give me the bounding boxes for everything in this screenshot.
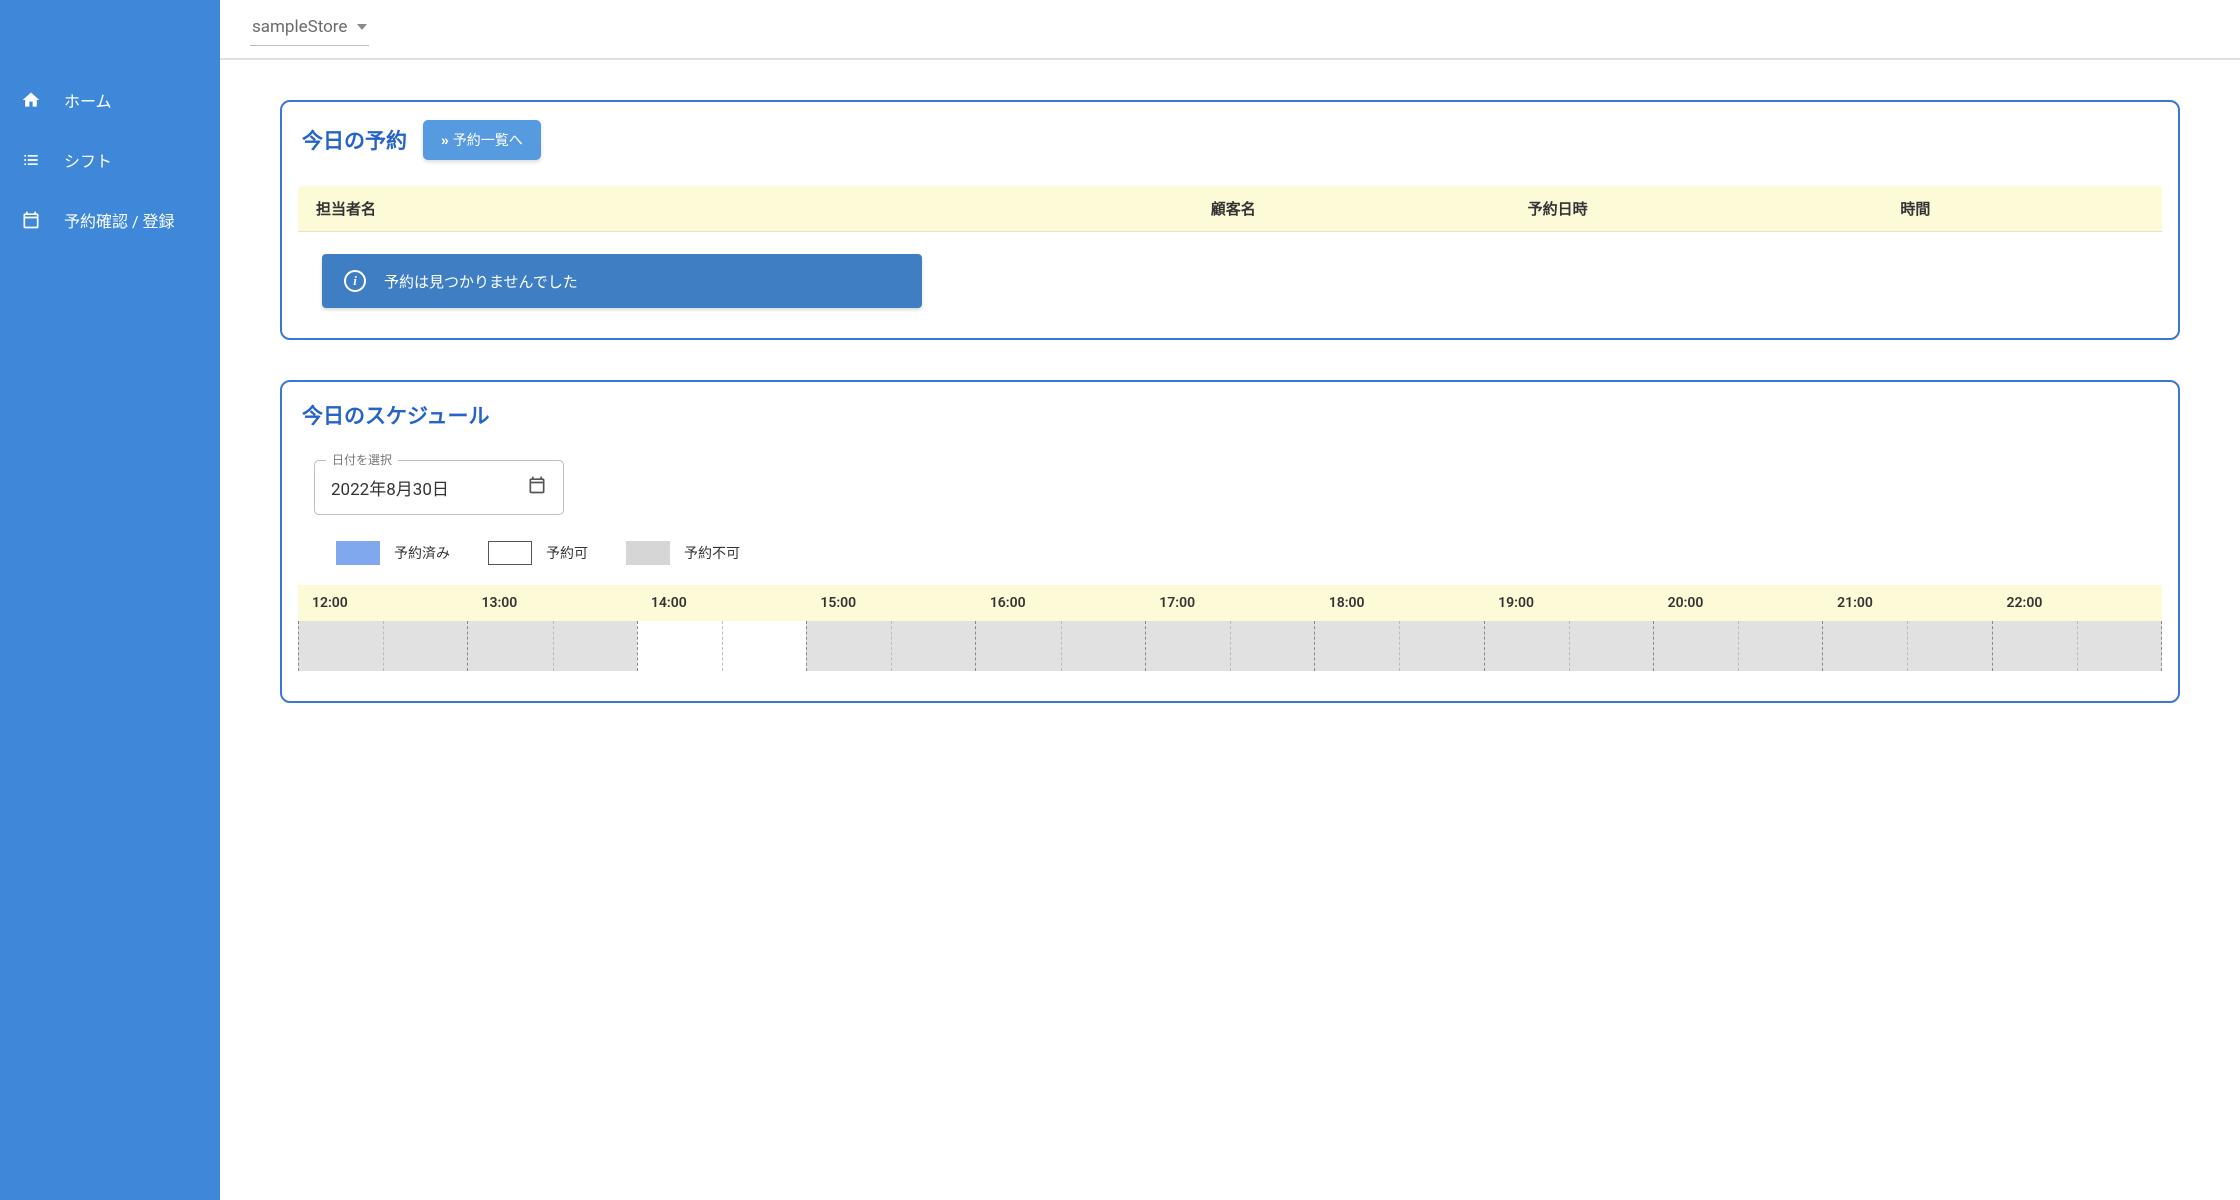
timeline-hour: 15:00 <box>806 595 975 611</box>
content: 今日の予約 » 予約一覧へ 担当者名 顧客名 予約日時 時間 i <box>220 60 2240 783</box>
date-picker-label: 日付を選択 <box>326 451 398 468</box>
legend-unavailable-label: 予約不可 <box>684 543 740 563</box>
sidebar-item-label: シフト <box>64 148 112 172</box>
date-picker-value: 2022年8月30日 <box>331 475 449 500</box>
sidebar-item-home[interactable]: ホーム <box>0 70 220 130</box>
timeline-header: 12:00 13:00 14:00 15:00 16:00 17:00 18:0… <box>298 585 2162 621</box>
date-picker[interactable]: 日付を選択 2022年8月30日 <box>314 460 564 515</box>
empty-reservations-banner: i 予約は見つかりませんでした <box>322 254 922 308</box>
chevron-down-icon <box>357 24 367 30</box>
timeline-slot[interactable] <box>1653 621 1822 671</box>
timeline-hour: 16:00 <box>976 595 1145 611</box>
timeline-slot[interactable] <box>1484 621 1653 671</box>
timeline-slot[interactable] <box>1992 621 2162 671</box>
timeline-hour: 17:00 <box>1145 595 1314 611</box>
col-duration: 時間 <box>1882 186 2162 232</box>
legend-available-label: 予約可 <box>546 543 588 563</box>
timeline-hour: 20:00 <box>1654 595 1823 611</box>
legend-available: 予約可 <box>488 541 588 565</box>
sidebar-item-label: ホーム <box>64 88 112 112</box>
legend-booked-label: 予約済み <box>394 543 450 563</box>
todays-reservations-card: 今日の予約 » 予約一覧へ 担当者名 顧客名 予約日時 時間 i <box>280 100 2180 340</box>
todays-schedule-card: 今日のスケジュール 日付を選択 2022年8月30日 予約済み <box>280 380 2180 703</box>
col-customer: 顧客名 <box>1193 186 1510 232</box>
timeline-slot[interactable] <box>298 621 467 671</box>
chevron-right-double-icon: » <box>441 132 447 148</box>
legend-booked: 予約済み <box>336 541 450 565</box>
timeline-hour: 12:00 <box>298 595 467 611</box>
timeline-hour: 13:00 <box>467 595 636 611</box>
timeline-slot[interactable] <box>637 621 806 671</box>
legend-unavailable: 予約不可 <box>626 541 740 565</box>
timeline-slot[interactable] <box>1822 621 1991 671</box>
sidebar-item-shift[interactable]: シフト <box>0 130 220 190</box>
timeline-hour: 18:00 <box>1315 595 1484 611</box>
schedule-title: 今日のスケジュール <box>302 400 490 430</box>
timeline-body <box>298 621 2162 671</box>
swatch-unavailable <box>626 541 670 565</box>
swatch-available <box>488 541 532 565</box>
calendar-icon <box>527 475 547 500</box>
main: sampleStore 今日の予約 » 予約一覧へ 担当者名 顧客名 予約日時 <box>220 0 2240 1200</box>
col-staff: 担当者名 <box>298 186 1193 232</box>
timeline: 12:00 13:00 14:00 15:00 16:00 17:00 18:0… <box>298 585 2162 671</box>
topbar: sampleStore <box>220 0 2240 60</box>
empty-reservations-text: 予約は見つかりませんでした <box>384 271 578 292</box>
reservations-table: 担当者名 顧客名 予約日時 時間 <box>298 186 2162 232</box>
timeline-hour: 19:00 <box>1484 595 1653 611</box>
col-datetime: 予約日時 <box>1510 186 1883 232</box>
timeline-hour: 21:00 <box>1823 595 1992 611</box>
legend: 予約済み 予約可 予約不可 <box>336 541 2162 565</box>
sidebar-item-reservation[interactable]: 予約確認 / 登録 <box>0 190 220 250</box>
store-selector[interactable]: sampleStore <box>250 13 369 46</box>
calendar-icon <box>20 210 42 230</box>
list-icon <box>20 150 42 170</box>
timeline-hour: 22:00 <box>1993 595 2162 611</box>
swatch-booked <box>336 541 380 565</box>
timeline-slot[interactable] <box>467 621 636 671</box>
store-selector-value: sampleStore <box>252 17 347 37</box>
sidebar-item-label: 予約確認 / 登録 <box>64 208 175 232</box>
sidebar: ホーム シフト 予約確認 / 登録 <box>0 0 220 1200</box>
timeline-slot[interactable] <box>806 621 975 671</box>
timeline-slot[interactable] <box>1314 621 1483 671</box>
timeline-hour: 14:00 <box>637 595 806 611</box>
reservation-list-button[interactable]: » 予約一覧へ <box>423 120 541 160</box>
timeline-slot[interactable] <box>975 621 1144 671</box>
reservations-title: 今日の予約 <box>302 125 407 155</box>
timeline-slot[interactable] <box>1145 621 1314 671</box>
info-icon: i <box>344 270 366 292</box>
reservation-list-button-label: 予約一覧へ <box>453 130 523 150</box>
home-icon <box>20 90 42 110</box>
